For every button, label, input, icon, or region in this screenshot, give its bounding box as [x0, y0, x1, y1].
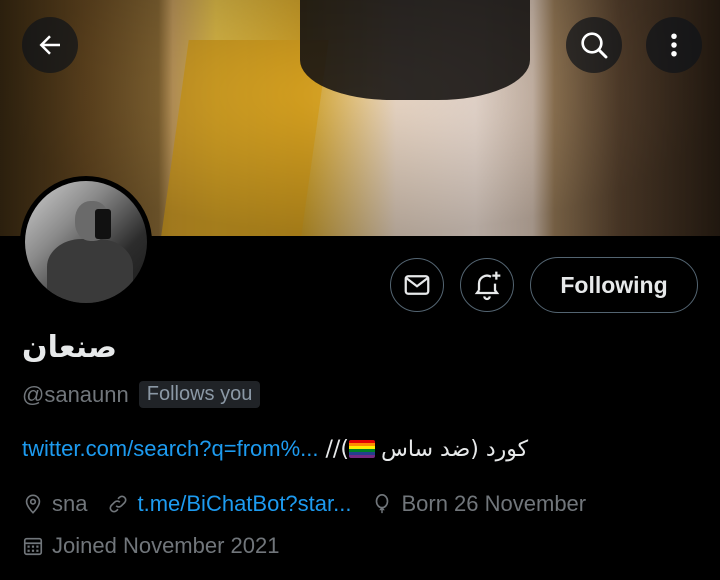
website-item: t.me/BiChatBot?star...: [107, 491, 351, 517]
bio-text: كورد (ضد ساس: [381, 437, 529, 462]
search-icon: [581, 32, 608, 59]
balloon-icon: [376, 494, 389, 514]
following-label: Following: [560, 271, 668, 298]
arrow-left-icon: [39, 35, 60, 55]
more-vertical-icon: [671, 33, 677, 57]
calendar-icon: [23, 537, 43, 556]
avatar-image: [25, 181, 147, 303]
bell-plus-icon: [474, 271, 501, 301]
follows-you-badge: Follows you: [138, 381, 261, 408]
handle-row: @sanaunn Follows you: [22, 381, 261, 408]
location-text: sna: [52, 491, 88, 516]
link-icon: [109, 495, 127, 513]
avatar[interactable]: [20, 176, 152, 308]
birthday-item: Born 26 November: [371, 491, 586, 517]
joined-row: Joined November 2021: [22, 533, 299, 559]
location-item: sna: [22, 491, 87, 517]
following-button[interactable]: Following: [530, 257, 698, 313]
joined-text: Joined November 2021: [52, 533, 280, 558]
search-button[interactable]: [566, 17, 622, 73]
bio-separator: //(: [318, 437, 349, 462]
bio: twitter.com/search?q=from%... //( كورد (…: [22, 436, 528, 462]
message-button[interactable]: [390, 258, 444, 312]
more-button[interactable]: [646, 17, 702, 73]
notifications-button[interactable]: [460, 258, 514, 312]
avatar-phone-shape: [95, 209, 111, 239]
envelope-icon: [404, 275, 430, 295]
profile-meta-row: sna t.me/BiChatBot?star... Born 26 Novem…: [22, 491, 606, 517]
avatar-body-shape: [47, 239, 133, 303]
location-pin-icon: [25, 494, 41, 514]
display-name: صنعان: [22, 330, 118, 365]
website-link[interactable]: t.me/BiChatBot?star...: [137, 491, 351, 517]
rainbow-flag-icon: [348, 440, 375, 458]
user-handle: @sanaunn: [22, 381, 129, 407]
bio-link[interactable]: twitter.com/search?q=from%...: [22, 436, 319, 461]
birthday-text: Born 26 November: [401, 491, 587, 516]
joined-item: Joined November 2021: [22, 533, 279, 559]
back-button[interactable]: [22, 17, 78, 73]
